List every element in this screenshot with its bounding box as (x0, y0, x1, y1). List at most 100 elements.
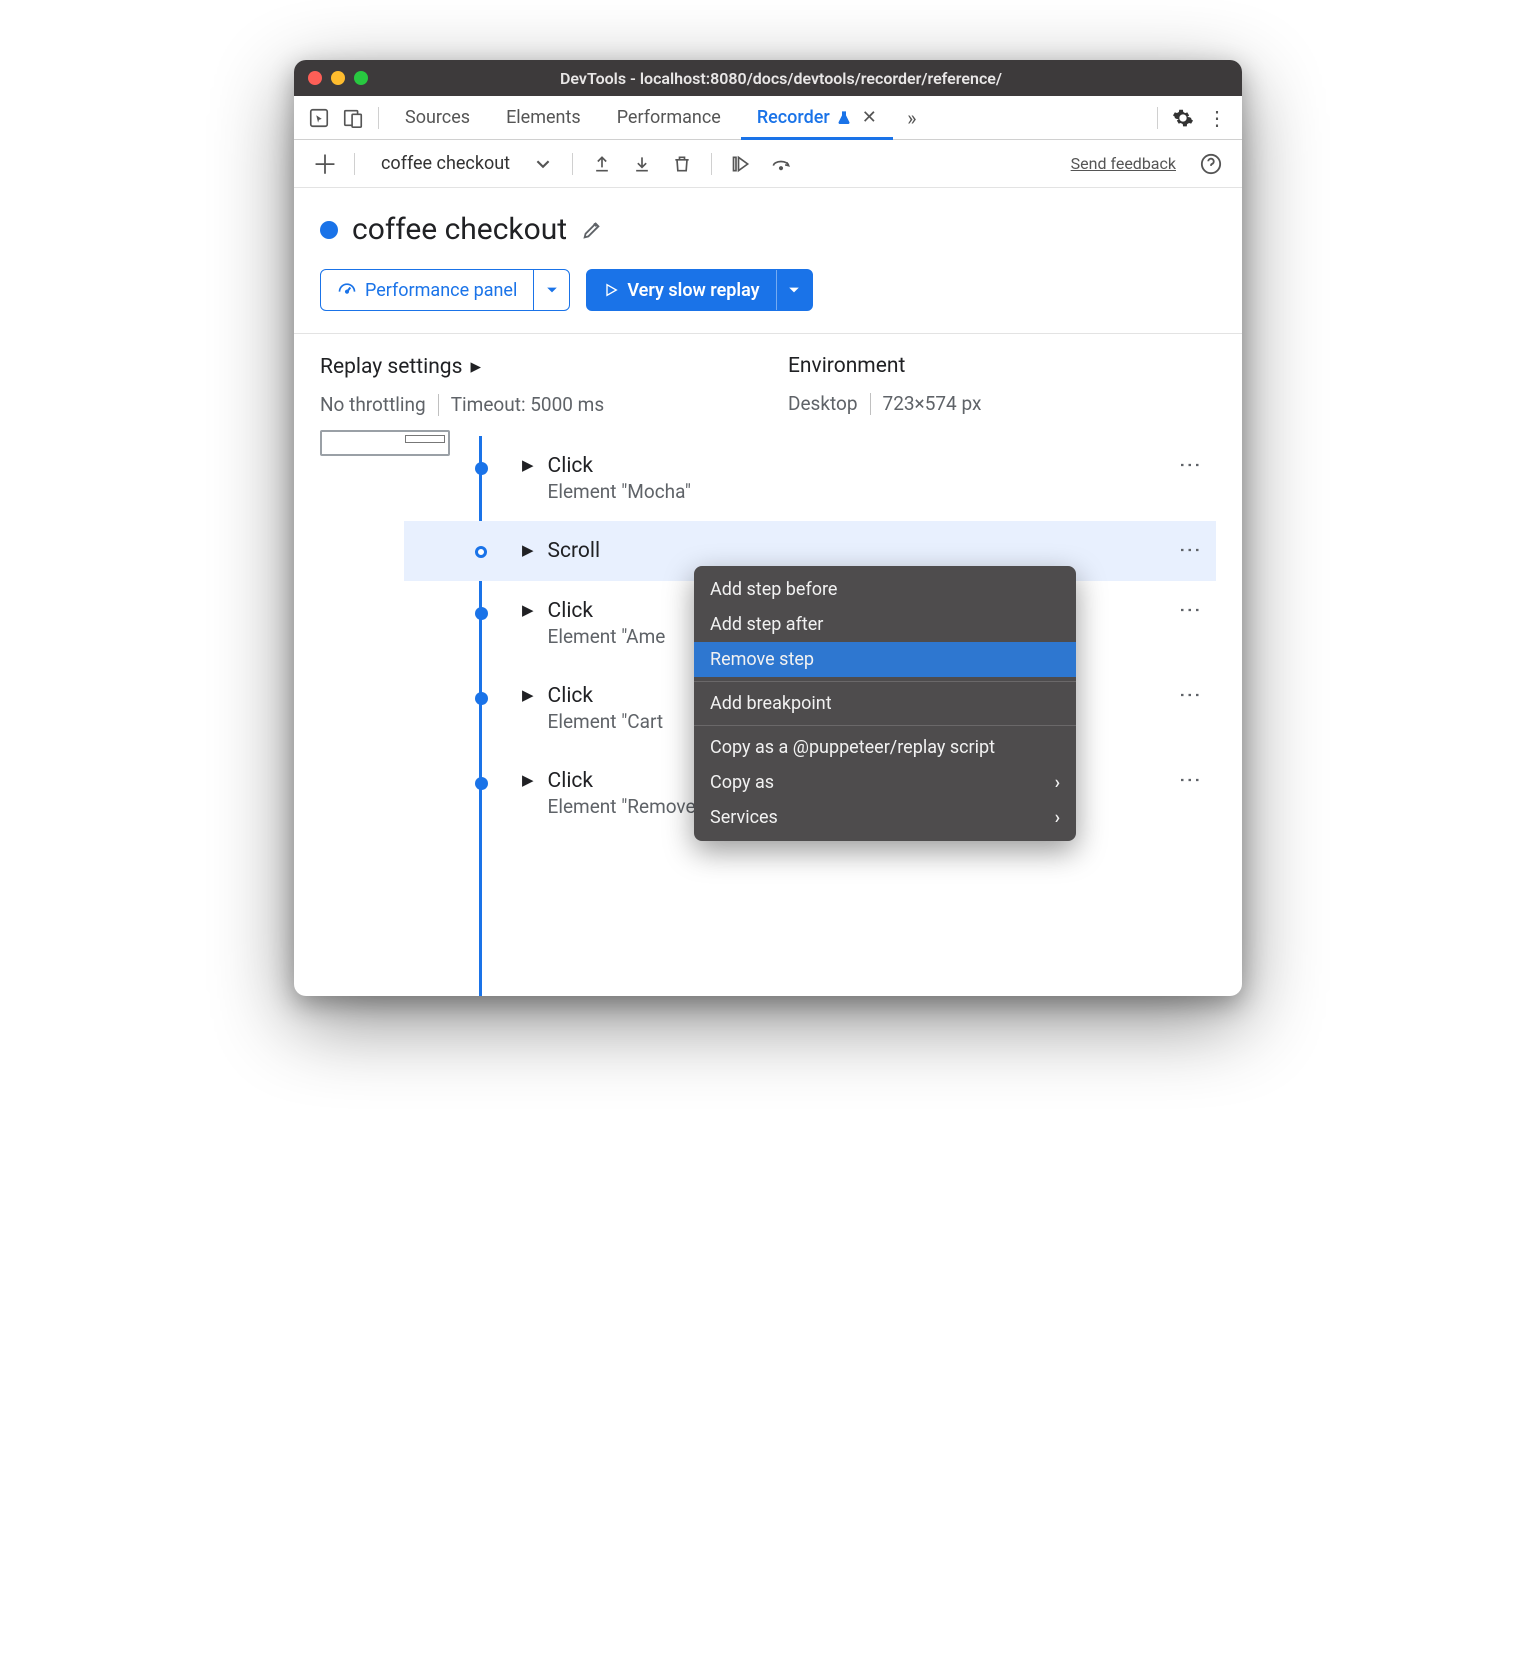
gauge-icon (337, 280, 357, 300)
window-title: DevTools - localhost:8080/docs/devtools/… (384, 69, 1228, 88)
maximize-window-icon[interactable] (354, 71, 368, 85)
dropdown-toggle[interactable] (533, 270, 569, 310)
steps-timeline: ▶ Click Element "Mocha" ⋮ ▶ Scroll ⋮ ▶ C… (294, 436, 1242, 996)
add-recording-icon[interactable]: ＋ (308, 147, 342, 181)
replay-settings-row: Replay settings ▸ No throttling Timeout:… (294, 334, 1242, 436)
separator (1157, 107, 1158, 129)
timeline-rail (479, 436, 482, 996)
menu-item-copy-as[interactable]: Copy as › (694, 765, 1076, 800)
chevron-right-icon: ▸ (470, 354, 481, 379)
menu-item-copy-replay[interactable]: Copy as a @puppeteer/replay script (694, 730, 1076, 765)
menu-label: Add step after (710, 614, 823, 635)
titlebar: DevTools - localhost:8080/docs/devtools/… (294, 60, 1242, 96)
tab-label: Performance (617, 107, 721, 128)
expand-icon[interactable]: ▶ (522, 456, 534, 474)
timeline-dot-icon (475, 462, 488, 475)
recording-selector[interactable]: coffee checkout (367, 153, 520, 174)
step-menu-icon[interactable]: ⋮ (1185, 599, 1192, 619)
step-subtitle: Element "Mocha" (548, 480, 1186, 503)
dimensions-value: 723×574 px (883, 392, 982, 415)
export-icon[interactable] (585, 147, 619, 181)
replay-settings-toggle[interactable]: Replay settings ▸ (320, 354, 748, 379)
menu-item-remove[interactable]: Remove step (694, 642, 1076, 677)
recording-header: coffee checkout Performance panel Very s… (294, 188, 1242, 334)
step-menu-icon[interactable]: ⋮ (1185, 684, 1192, 704)
throttling-value: No throttling (320, 393, 426, 416)
tab-elements[interactable]: Elements (490, 96, 597, 140)
tab-label: Sources (405, 107, 470, 128)
expand-icon[interactable]: ▶ (522, 541, 534, 559)
expand-icon[interactable]: ▶ (522, 771, 534, 789)
step-title: Click (548, 454, 1186, 478)
close-window-icon[interactable] (308, 71, 322, 85)
timeout-value: Timeout: 5000 ms (451, 393, 604, 416)
send-feedback-link[interactable]: Send feedback (1071, 154, 1176, 173)
menu-item-add-after[interactable]: Add step after (694, 607, 1076, 642)
tab-sources[interactable]: Sources (389, 96, 486, 140)
separator (711, 153, 712, 175)
button-label: Very slow replay (627, 280, 759, 301)
menu-label: Services (710, 807, 778, 828)
environment-label: Environment (788, 354, 1216, 378)
kebab-icon[interactable]: ⋮ (1202, 103, 1232, 133)
settings-label: Replay settings (320, 355, 462, 379)
step-icon[interactable] (724, 147, 758, 181)
step-menu-icon[interactable]: ⋮ (1185, 769, 1192, 789)
expand-icon[interactable]: ▶ (522, 601, 534, 619)
gear-icon[interactable] (1168, 103, 1198, 133)
separator (378, 107, 379, 129)
menu-label: Add step before (710, 579, 837, 600)
menu-label: Add breakpoint (710, 693, 832, 714)
device-toolbar-icon[interactable] (338, 103, 368, 133)
delete-icon[interactable] (665, 147, 699, 181)
import-icon[interactable] (625, 147, 659, 181)
step-menu-icon[interactable]: ⋮ (1185, 454, 1192, 474)
separator (870, 393, 871, 415)
more-tabs-icon[interactable]: » (897, 103, 927, 133)
step-over-icon[interactable] (764, 147, 798, 181)
status-dot-icon (320, 221, 338, 239)
button-label: Performance panel (365, 280, 517, 301)
dropdown-toggle[interactable] (776, 270, 812, 310)
step-item[interactable]: ▶ Click Element "Mocha" ⋮ (494, 436, 1216, 521)
close-tab-icon[interactable]: ✕ (862, 107, 877, 128)
recording-name: coffee checkout (381, 153, 510, 174)
inspect-icon[interactable] (304, 103, 334, 133)
menu-label: Copy as (710, 772, 774, 793)
tab-label: Elements (506, 107, 581, 128)
menu-label: Remove step (710, 649, 814, 670)
chevron-right-icon: › (1055, 772, 1060, 793)
recorder-toolbar: ＋ coffee checkout Send feedback (294, 140, 1242, 188)
recording-title: coffee checkout (352, 212, 567, 247)
step-menu-icon[interactable]: ⋮ (1185, 539, 1192, 559)
menu-separator (694, 725, 1076, 726)
menu-item-add-before[interactable]: Add step before (694, 572, 1076, 607)
expand-icon[interactable]: ▶ (522, 686, 534, 704)
menu-separator (694, 681, 1076, 682)
separator (354, 153, 355, 175)
settings-label: Environment (788, 354, 905, 378)
timeline-dot-icon (475, 777, 488, 790)
edit-icon[interactable] (581, 219, 603, 241)
tab-recorder[interactable]: Recorder ✕ (741, 96, 893, 140)
play-icon (603, 282, 619, 298)
menu-label: Copy as a @puppeteer/replay script (710, 737, 995, 758)
chevron-down-icon[interactable] (526, 147, 560, 181)
help-icon[interactable] (1194, 147, 1228, 181)
chevron-right-icon: › (1055, 807, 1060, 828)
device-value: Desktop (788, 392, 858, 415)
separator (438, 394, 439, 416)
replay-button[interactable]: Very slow replay (586, 269, 812, 311)
timeline-dot-icon (475, 546, 487, 558)
separator (572, 153, 573, 175)
traffic-lights (308, 71, 368, 85)
menu-item-breakpoint[interactable]: Add breakpoint (694, 686, 1076, 721)
tab-performance[interactable]: Performance (601, 96, 737, 140)
menu-item-services[interactable]: Services › (694, 800, 1076, 835)
minimize-window-icon[interactable] (331, 71, 345, 85)
timeline-dot-icon (475, 607, 488, 620)
performance-panel-button[interactable]: Performance panel (320, 269, 570, 311)
flask-icon (836, 110, 852, 126)
tab-label: Recorder (757, 107, 830, 128)
screenshot-thumb[interactable] (320, 430, 450, 456)
